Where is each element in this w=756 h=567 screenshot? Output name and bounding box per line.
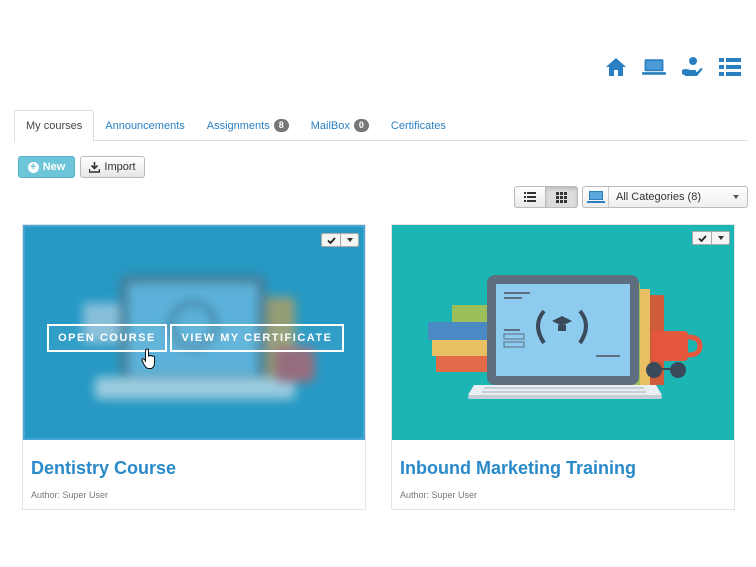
course-card-dentistry[interactable]: OPEN COURSE VIEW MY CERTIFICATE Dentistr… <box>22 224 366 510</box>
card-actions <box>692 231 730 245</box>
tab-assignments[interactable]: Assignments 8 <box>196 110 300 141</box>
course-thumbnail[interactable] <box>392 225 734 440</box>
card-menu-dropdown[interactable] <box>341 233 359 247</box>
view-mode-toggle <box>514 186 578 208</box>
new-button-label: New <box>42 161 66 173</box>
course-card-inbound-marketing[interactable]: Inbound Marketing Training Author: Super… <box>391 224 735 510</box>
new-course-button[interactable]: + New <box>18 156 75 178</box>
caret-down-icon <box>717 236 724 240</box>
course-thumbnail[interactable]: OPEN COURSE VIEW MY CERTIFICATE <box>23 225 365 440</box>
tab-mailbox[interactable]: MailBox 0 <box>300 110 380 141</box>
laptop-icon <box>583 187 609 207</box>
card-menu-dropdown[interactable] <box>712 231 730 245</box>
list-icon[interactable] <box>718 56 742 78</box>
tab-label: Certificates <box>390 119 446 132</box>
hand-cursor-icon <box>141 348 155 369</box>
list-view-button[interactable] <box>514 186 546 208</box>
top-icon-bar <box>604 56 742 78</box>
tab-label: MailBox <box>310 119 350 132</box>
import-button-label: Import <box>104 161 136 173</box>
plus-circle-icon: + <box>27 161 39 173</box>
caret-down-icon <box>346 238 353 242</box>
view-certificate-button[interactable]: VIEW MY CERTIFICATE <box>170 324 344 352</box>
laptop-icon[interactable] <box>642 56 666 78</box>
card-actions <box>321 233 359 247</box>
select-check-button[interactable] <box>692 231 712 245</box>
course-title[interactable]: Dentistry Course <box>31 458 176 479</box>
home-icon[interactable] <box>604 56 628 78</box>
check-icon <box>326 236 336 244</box>
select-check-button[interactable] <box>321 233 341 247</box>
category-filter-value: All Categories (8) <box>616 191 701 203</box>
tab-certificates[interactable]: Certificates <box>380 110 457 141</box>
tab-announcements[interactable]: Announcements <box>94 110 196 141</box>
card-overlay-actions: OPEN COURSE VIEW MY CERTIFICATE <box>47 324 344 352</box>
tab-label: Announcements <box>105 119 185 132</box>
import-button[interactable]: Import <box>80 156 145 178</box>
category-filter-select[interactable]: All Categories (8) <box>582 186 748 208</box>
download-icon <box>89 161 101 173</box>
assignments-count-badge: 8 <box>273 119 289 132</box>
course-author: Author: Super User <box>400 490 478 500</box>
tab-label: Assignments <box>206 119 270 132</box>
grid-view-button[interactable] <box>546 186 578 208</box>
course-title[interactable]: Inbound Marketing Training <box>400 458 636 479</box>
course-author: Author: Super User <box>31 490 109 500</box>
course-tabs: My courses Announcements Assignments 8 Ma… <box>14 110 748 142</box>
tab-my-courses[interactable]: My courses <box>14 110 95 142</box>
tab-label: My courses <box>26 120 83 132</box>
list-view-icon <box>524 192 536 202</box>
hand-course-icon[interactable] <box>680 56 704 78</box>
laptop-books-illustration <box>428 275 703 399</box>
mailbox-count-badge: 0 <box>353 119 369 132</box>
grid-view-icon <box>556 191 567 203</box>
check-icon <box>697 234 707 242</box>
chevron-down-icon <box>733 195 739 199</box>
